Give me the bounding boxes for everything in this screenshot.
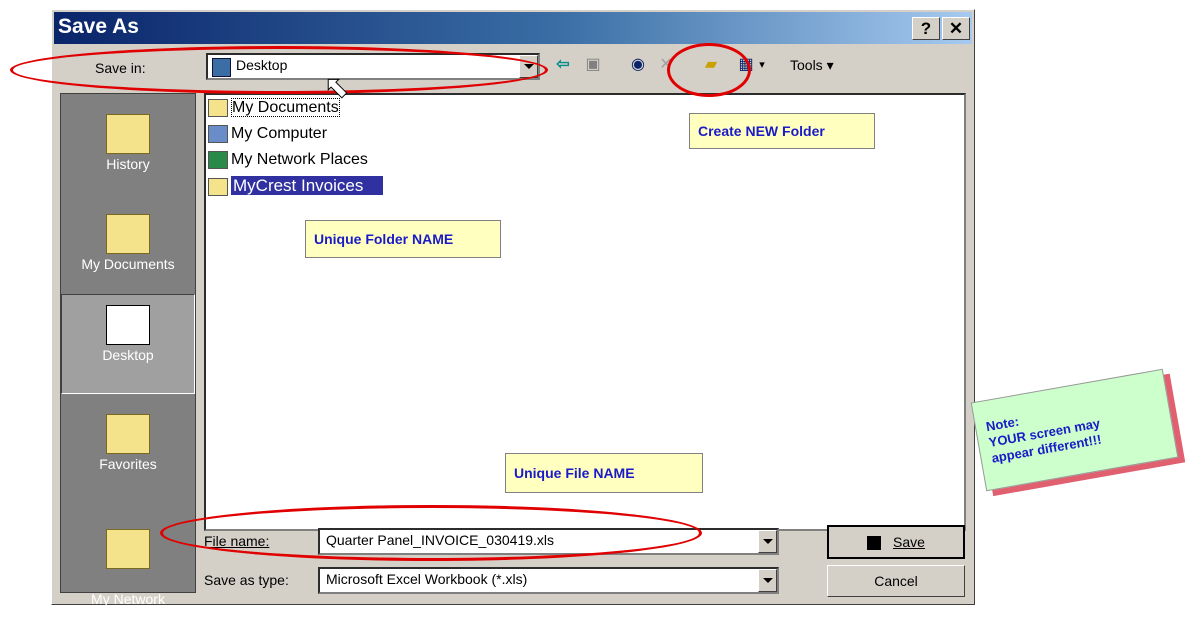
place-label: Favorites (99, 456, 157, 472)
list-item[interactable]: My Network Places (208, 149, 368, 171)
save-as-type-label: Save as type: (204, 572, 289, 588)
list-item[interactable]: My Computer (208, 123, 327, 145)
up-folder-icon[interactable]: ▣ (582, 54, 604, 76)
history-icon (106, 114, 150, 154)
cancel-button[interactable]: Cancel (827, 565, 965, 597)
place-my-network-places[interactable]: My Network Places (61, 499, 195, 627)
place-label: History (106, 156, 150, 172)
place-label: My Network Places (91, 591, 165, 627)
mouse-cursor-icon: ⬉ (323, 71, 350, 105)
computer-icon (208, 124, 228, 143)
help-button[interactable]: ? (912, 17, 940, 40)
favorites-icon (106, 414, 150, 454)
tools-label: Tools (790, 57, 823, 73)
search-web-icon[interactable]: ◉ (627, 54, 649, 76)
dialog-title: Save As (58, 15, 139, 38)
back-icon[interactable]: ⇦ (552, 54, 574, 76)
highlight-ellipse-save-in (10, 46, 548, 94)
callout-unique-file: Unique File NAME (505, 453, 703, 493)
title-bar[interactable]: Save As ? ✕ (54, 12, 972, 44)
note-sticky: Note: YOUR screen may appear different!!… (970, 368, 1179, 492)
highlight-ellipse-file-name (160, 505, 702, 561)
place-favorites[interactable]: Favorites (61, 404, 195, 500)
views-dropdown-icon[interactable]: ▾ (756, 54, 768, 76)
network-places-icon (106, 529, 150, 569)
save-as-type-dropdown-button[interactable] (758, 569, 777, 592)
folder-icon (208, 177, 228, 196)
place-my-documents[interactable]: My Documents (61, 204, 195, 300)
desktop-icon (106, 305, 150, 345)
places-bar: History My Documents Desktop Favorites M… (60, 93, 196, 627)
callout-create-folder: Create NEW Folder (689, 113, 875, 149)
place-label: My Documents (81, 256, 175, 272)
save-button[interactable]: Save (827, 525, 965, 559)
documents-folder-icon (208, 98, 228, 117)
place-desktop[interactable]: Desktop (61, 294, 195, 394)
file-name-dropdown-button[interactable] (758, 530, 777, 553)
list-item[interactable]: My Documents (208, 97, 340, 119)
my-documents-icon (106, 214, 150, 254)
save-as-type-select[interactable]: Microsoft Excel Workbook (*.xls) (318, 567, 779, 594)
callout-unique-folder: Unique Folder NAME (305, 220, 501, 258)
place-label: Desktop (102, 347, 154, 363)
save-as-type-value: Microsoft Excel Workbook (*.xls) (326, 571, 528, 587)
tools-dropdown-icon: ▾ (826, 57, 834, 73)
network-icon (208, 150, 228, 169)
floppy-disk-icon (867, 536, 882, 551)
tools-menu[interactable]: Tools ▾ (790, 57, 834, 74)
highlight-ellipse-new-folder (667, 43, 751, 97)
close-button[interactable]: ✕ (942, 17, 970, 40)
list-item[interactable]: MyCrest Invoices (208, 175, 384, 197)
place-history[interactable]: History (61, 104, 195, 200)
